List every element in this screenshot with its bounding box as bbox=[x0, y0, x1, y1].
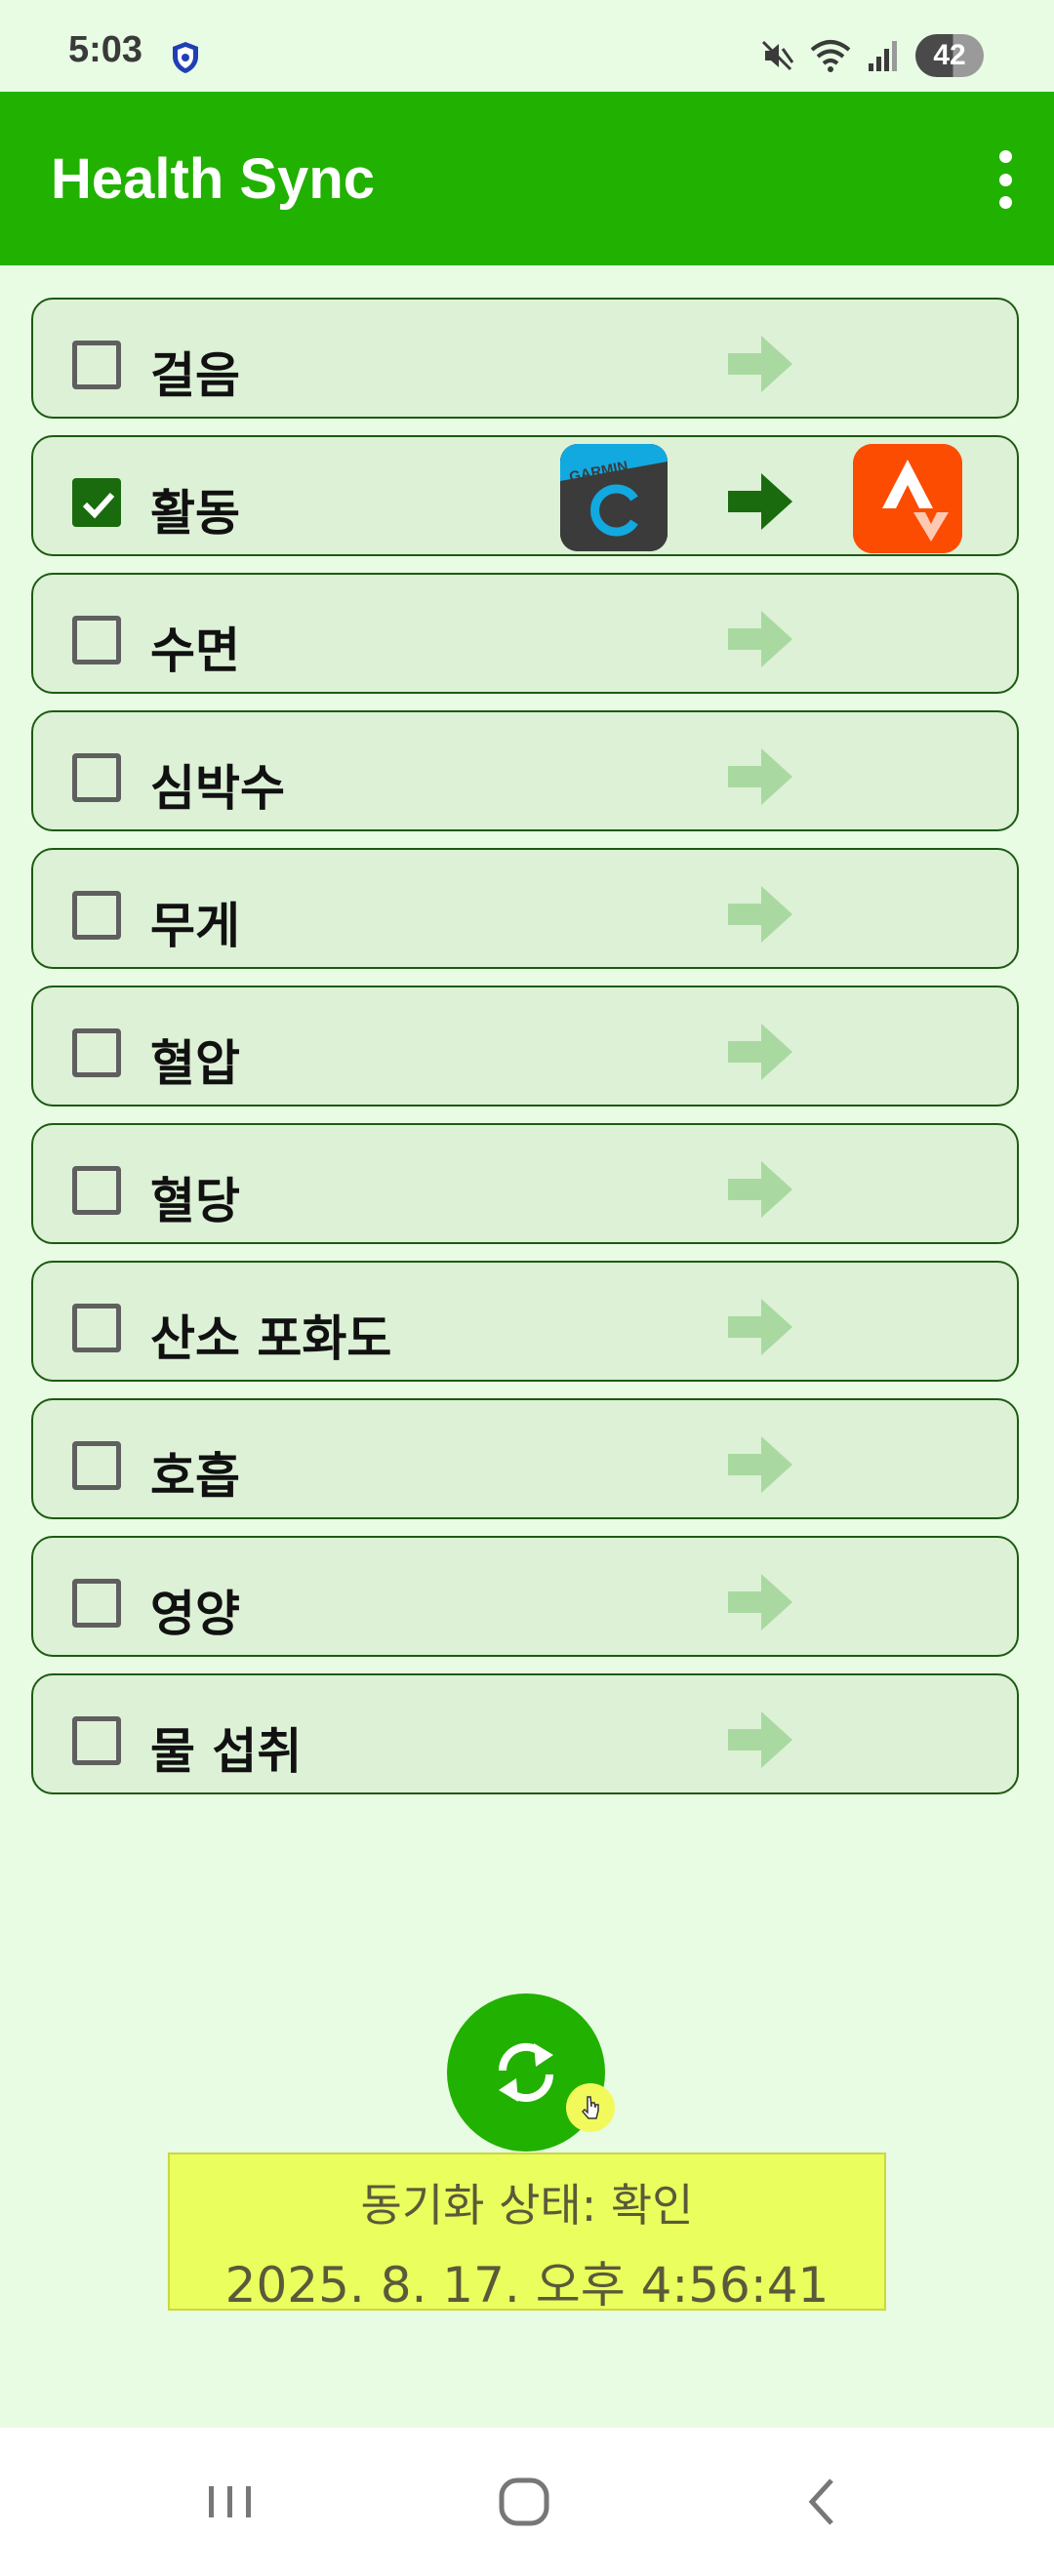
sync-item-row[interactable]: 무게 bbox=[31, 848, 1019, 969]
sync-item-checkbox[interactable] bbox=[72, 616, 121, 664]
sync-item-label: 호흡 bbox=[150, 1448, 240, 1505]
data-type-list: 걸음활동 GARMIN 수면심박수무게혈압혈당산소 포화도호흡영양물 섭취 bbox=[31, 298, 1023, 1811]
sync-item-checkbox[interactable] bbox=[72, 1028, 121, 1077]
sync-item-label: 심박수 bbox=[150, 760, 285, 817]
sync-item-row[interactable]: 걸음 bbox=[31, 298, 1019, 419]
sync-item-row[interactable]: 혈압 bbox=[31, 986, 1019, 1107]
sync-item-checkbox[interactable] bbox=[72, 341, 121, 389]
mute-icon bbox=[761, 40, 794, 71]
sync-item-checkbox[interactable] bbox=[72, 1304, 121, 1352]
arrow-right-icon bbox=[728, 611, 792, 667]
sync-item-label: 산소 포화도 bbox=[150, 1310, 392, 1367]
arrow-right-icon bbox=[728, 1161, 792, 1218]
back-icon[interactable] bbox=[794, 2467, 849, 2535]
arrow-right-icon bbox=[728, 473, 792, 530]
sync-item-label: 걸음 bbox=[150, 347, 240, 404]
overflow-menu-icon[interactable] bbox=[995, 150, 1015, 209]
sync-item-row[interactable]: 산소 포화도 bbox=[31, 1261, 1019, 1382]
sync-item-checkbox[interactable] bbox=[72, 1166, 121, 1215]
arrow-right-icon bbox=[728, 1574, 792, 1630]
signal-icon bbox=[869, 41, 897, 71]
app-bar: Health Sync bbox=[0, 92, 1054, 265]
recent-apps-icon[interactable] bbox=[203, 2467, 258, 2535]
sync-item-checkbox[interactable] bbox=[72, 478, 121, 527]
arrow-right-icon bbox=[728, 1299, 792, 1355]
sync-item-label: 영양 bbox=[150, 1586, 240, 1642]
sync-item-label: 수면 bbox=[150, 623, 240, 679]
sync-item-label: 혈당 bbox=[150, 1173, 240, 1229]
status-bar: 5:03 42 bbox=[0, 0, 1054, 92]
sync-item-checkbox[interactable] bbox=[72, 1441, 121, 1490]
sync-item-label: 물 섭취 bbox=[150, 1723, 303, 1780]
arrow-right-icon bbox=[728, 748, 792, 805]
touch-indicator bbox=[566, 2083, 615, 2132]
sync-item-checkbox[interactable] bbox=[72, 753, 121, 802]
garmin-connect-app-icon[interactable]: GARMIN bbox=[560, 444, 668, 551]
sync-item-label: 활동 bbox=[150, 485, 240, 542]
wifi-icon bbox=[810, 40, 851, 72]
sync-item-label: 무게 bbox=[150, 898, 240, 954]
sync-status-box: 동기화 상태: 확인 2025. 8. 17. 오후 4:56:41 bbox=[168, 2153, 886, 2314]
app-title: Health Sync bbox=[51, 147, 375, 211]
sync-item-checkbox[interactable] bbox=[72, 891, 121, 940]
arrow-right-icon bbox=[728, 1711, 792, 1768]
sync-item-row[interactable]: 호흡 bbox=[31, 1398, 1019, 1519]
sync-item-checkbox[interactable] bbox=[72, 1716, 121, 1765]
strava-app-icon[interactable] bbox=[853, 444, 962, 553]
sync-item-row[interactable]: 심박수 bbox=[31, 710, 1019, 831]
arrow-right-icon bbox=[728, 336, 792, 392]
status-time: 5:03 bbox=[68, 29, 143, 70]
checkmark-icon bbox=[82, 492, 115, 519]
sync-item-row[interactable]: 영양 bbox=[31, 1536, 1019, 1657]
sync-item-row[interactable]: 수면 bbox=[31, 573, 1019, 694]
sync-timestamp: 2025. 8. 17. 오후 4:56:41 bbox=[224, 2257, 830, 2314]
sync-icon bbox=[498, 2042, 554, 2103]
sync-item-label: 혈압 bbox=[150, 1035, 240, 1092]
sync-item-row[interactable]: 혈당 bbox=[31, 1123, 1019, 1244]
arrow-right-icon bbox=[728, 1024, 792, 1080]
sync-status-text: 동기화 상태: 확인 bbox=[360, 2179, 694, 2232]
navigation-bar bbox=[0, 2428, 1054, 2576]
shield-icon bbox=[173, 42, 198, 73]
arrow-right-icon bbox=[728, 886, 792, 943]
arrow-right-icon bbox=[728, 1436, 792, 1493]
sync-item-row[interactable]: 활동 GARMIN bbox=[31, 435, 1019, 556]
battery-icon: 42 bbox=[915, 34, 984, 77]
home-icon[interactable] bbox=[494, 2467, 556, 2535]
sync-item-checkbox[interactable] bbox=[72, 1579, 121, 1628]
sync-item-row[interactable]: 물 섭취 bbox=[31, 1673, 1019, 1794]
